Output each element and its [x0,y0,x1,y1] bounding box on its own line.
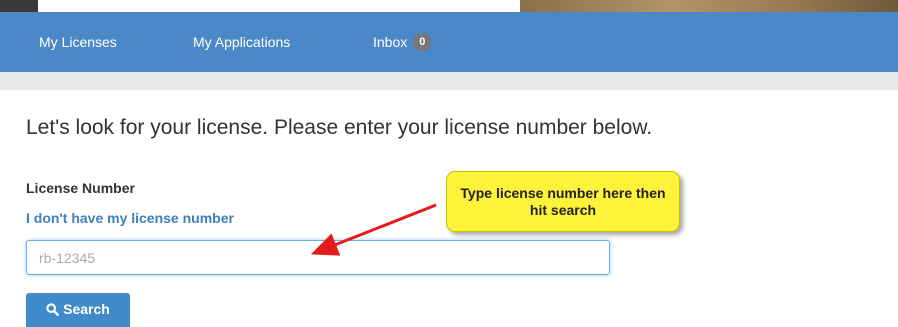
license-number-input[interactable] [26,240,610,275]
header-photo-corner [0,0,38,12]
inbox-count-badge: 0 [413,33,432,51]
page: My Licenses My Applications Inbox 0 Let'… [0,0,898,327]
search-button-label: Search [63,301,110,317]
search-button[interactable]: Search [26,293,130,327]
top-navbar: My Licenses My Applications Inbox 0 [0,12,898,72]
sub-navbar [0,72,898,90]
header-photo-strip [0,0,898,12]
no-license-number-link[interactable]: I don't have my license number [26,210,234,226]
nav-inbox-label: Inbox [373,34,408,50]
magnifier-icon [46,302,60,316]
instruction-callout: Type license number here then hit search [446,171,680,232]
nav-my-licenses[interactable]: My Licenses [39,33,117,51]
header-photo [520,0,898,12]
page-heading: Let's look for your license. Please ente… [26,116,653,139]
nav-inbox[interactable]: Inbox 0 [373,33,432,51]
nav-my-applications[interactable]: My Applications [193,33,290,51]
license-number-label: License Number [26,180,135,196]
